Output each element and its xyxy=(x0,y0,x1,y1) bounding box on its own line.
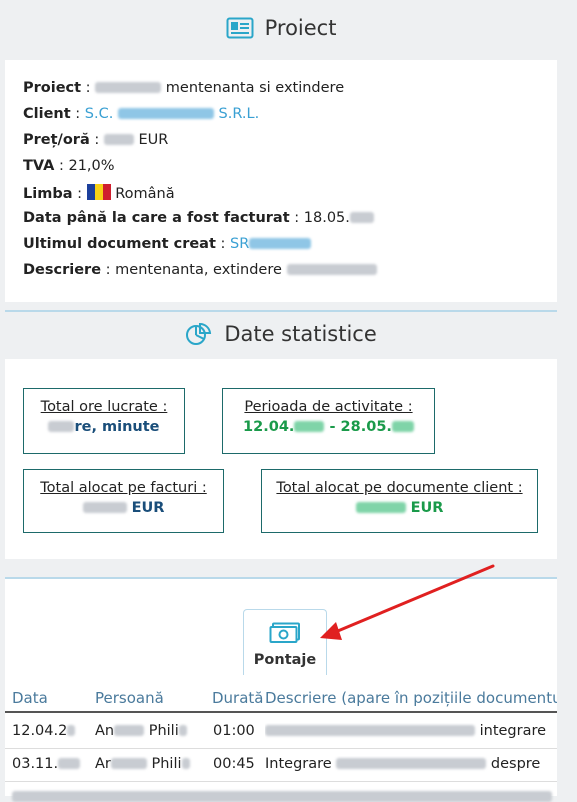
redacted-text xyxy=(181,758,190,769)
romania-flag-icon xyxy=(86,184,111,204)
total-invoices-box: Total alocat pe facturi : EUR xyxy=(23,469,224,533)
col-person[interactable]: Persoană xyxy=(95,689,164,707)
section-divider xyxy=(5,310,557,312)
redacted-text xyxy=(336,758,487,769)
field-language: Limba : Română xyxy=(23,184,175,204)
table-row[interactable]: 03.11. Ar Phili 00:45 Integrare despre xyxy=(5,749,557,782)
redacted-text xyxy=(294,421,325,432)
total-client-docs-box: Total alocat pe documente client : EUR xyxy=(261,469,538,533)
table-row[interactable]: 12.04.2 An Phili 01:00 integrare xyxy=(5,716,557,749)
project-info-card: Proiect : mentenanta si extindere Client… xyxy=(5,60,557,302)
redacted-text xyxy=(103,134,134,145)
total-hours-box: Total ore lucrate : re, minute xyxy=(23,388,185,454)
redacted-text xyxy=(95,82,162,93)
money-icon xyxy=(269,622,301,648)
client-link[interactable]: S.C. S.R.L. xyxy=(85,106,259,122)
project-section-title: Proiect xyxy=(264,16,337,40)
total-invoices-value: EUR xyxy=(24,500,223,516)
tab-pontaje[interactable]: Pontaje xyxy=(243,609,327,675)
stats-section-header: Date statistice xyxy=(5,322,557,346)
redacted-text xyxy=(114,725,145,736)
redacted-text xyxy=(110,758,147,769)
field-price: Preț/oră : EUR xyxy=(23,132,169,148)
stats-section-title: Date statistice xyxy=(224,322,377,346)
field-invoiced-until: Data până la care a fost facturat : 18.0… xyxy=(23,210,374,226)
total-hours-value: re, minute xyxy=(24,419,184,435)
stats-card: Total ore lucrate : re, minute Perioada … xyxy=(5,359,557,559)
redacted-text xyxy=(82,502,127,513)
redacted-text xyxy=(117,108,214,119)
row-date: 12.04.2 xyxy=(12,723,90,739)
timesheet-table-header: Data Persoană Durată Descriere (apare în… xyxy=(5,687,557,713)
row-duration: 01:00 xyxy=(213,723,255,739)
redacted-text xyxy=(67,725,76,736)
row-description: Integrare despre xyxy=(265,756,541,772)
id-card-icon xyxy=(226,17,265,39)
pie-chart-icon xyxy=(185,322,224,345)
last-document-link[interactable]: SR xyxy=(230,236,312,252)
redacted-text xyxy=(249,238,312,249)
redacted-text xyxy=(178,725,187,736)
row-person: An Phili xyxy=(95,723,207,739)
redacted-text xyxy=(12,791,552,802)
redacted-text xyxy=(391,421,414,432)
redacted-text xyxy=(286,264,377,275)
row-person: Ar Phili xyxy=(95,756,207,772)
field-proiect: Proiect : mentenanta si extindere xyxy=(23,80,345,96)
col-description[interactable]: Descriere (apare în pozițiile documentul… xyxy=(265,689,557,707)
redacted-text xyxy=(349,212,374,223)
timesheet-card: Pontaje Data Persoană Durată Descriere (… xyxy=(5,577,557,802)
field-vat: TVA : 21,0% xyxy=(23,158,115,174)
project-section-header: Proiect xyxy=(5,16,557,40)
field-description: Descriere : mentenanta, extindere xyxy=(23,262,377,278)
redacted-text xyxy=(58,758,81,769)
field-last-document: Ultimul document creat : SR xyxy=(23,236,312,252)
col-date[interactable]: Data xyxy=(12,689,48,707)
redacted-text xyxy=(265,725,475,736)
redacted-text xyxy=(355,502,406,513)
activity-period-value: 12.04. - 28.05. xyxy=(223,419,434,435)
row-description: integrare xyxy=(265,723,557,739)
col-duration[interactable]: Durată xyxy=(212,689,264,707)
row-date: 03.11. xyxy=(12,756,90,772)
redacted-text xyxy=(48,421,75,432)
row-duration: 00:45 xyxy=(213,756,255,772)
field-client: Client : S.C. S.R.L. xyxy=(23,106,260,122)
total-client-docs-value: EUR xyxy=(262,500,537,516)
activity-period-box: Perioada de activitate : 12.04. - 28.05. xyxy=(222,388,435,454)
